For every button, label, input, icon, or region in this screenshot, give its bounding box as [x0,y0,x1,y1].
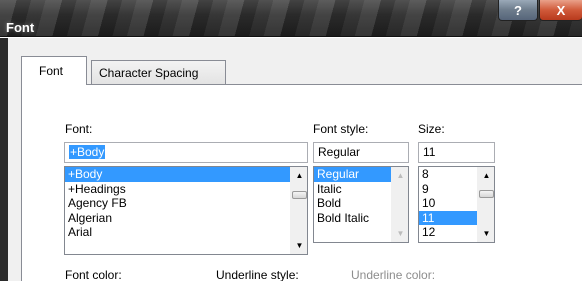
size-list-item[interactable]: 11 [419,210,477,225]
scroll-down-icon: ▼ [396,229,405,238]
window-title: Font [6,20,35,35]
scroll-up-icon[interactable]: ▲ [291,167,307,184]
font-style-input-value: Regular [318,145,361,159]
font-scrollbar[interactable]: ▲ ▼ [290,167,307,254]
tab-font[interactable]: Font [21,56,87,85]
tab-character-spacing[interactable]: Character Spacing [91,60,226,84]
size-input-value: 11 [423,145,436,159]
scroll-thumb[interactable] [292,191,307,199]
title-bar[interactable]: Font ? X [0,0,582,37]
font-list-item[interactable]: Arial [65,225,307,240]
font-label: Font: [65,122,93,136]
scroll-up-icon[interactable]: ▲ [478,167,494,184]
size-listbox[interactable]: 8 9 10 11 12 ▲ ▼ [418,166,495,243]
size-scrollbar[interactable]: ▲ ▼ [477,167,494,242]
size-label: Size: [418,122,445,136]
scroll-down-icon[interactable]: ▼ [478,225,494,242]
font-list-item[interactable]: +Headings [65,182,307,197]
font-style-scrollbar: ▲ ▼ [391,167,408,242]
font-input[interactable]: +Body [64,142,308,163]
close-icon: X [556,2,566,18]
font-color-label: Font color: [65,268,122,281]
font-style-label: Font style: [313,122,369,136]
font-style-listbox[interactable]: Regular Italic Bold Bold Italic ▲ ▼ [313,166,409,243]
underline-color-label: Underline color: [351,268,436,281]
font-list-item[interactable]: +Body [65,167,307,182]
size-input[interactable]: 11 [418,142,495,163]
tab-font-label: Font [39,64,64,78]
font-style-input[interactable]: Regular [313,142,409,163]
font-style-list-item[interactable]: Regular [314,167,391,182]
dialog-body: Font Character Spacing Font: +Body +Body… [0,38,582,281]
font-list-item[interactable]: Algerian [65,211,307,226]
close-button[interactable]: X [539,0,582,21]
font-list-item[interactable]: Agency FB [65,196,307,211]
underline-style-label: Underline style: [216,268,299,281]
scroll-thumb[interactable] [479,190,494,198]
scroll-down-icon[interactable]: ▼ [291,237,307,254]
help-icon: ? [514,2,522,18]
font-input-value: +Body [69,145,106,159]
tab-character-spacing-label: Character Spacing [99,65,199,80]
scroll-up-icon: ▲ [396,171,405,180]
font-dialog: Font ? X Font Character Spacing Font: +B… [0,0,582,281]
font-tab-panel: Font: +Body +Body +Headings Agency FB Al… [21,84,582,281]
help-button[interactable]: ? [498,0,538,21]
font-listbox[interactable]: +Body +Headings Agency FB Algerian Arial… [64,166,308,255]
